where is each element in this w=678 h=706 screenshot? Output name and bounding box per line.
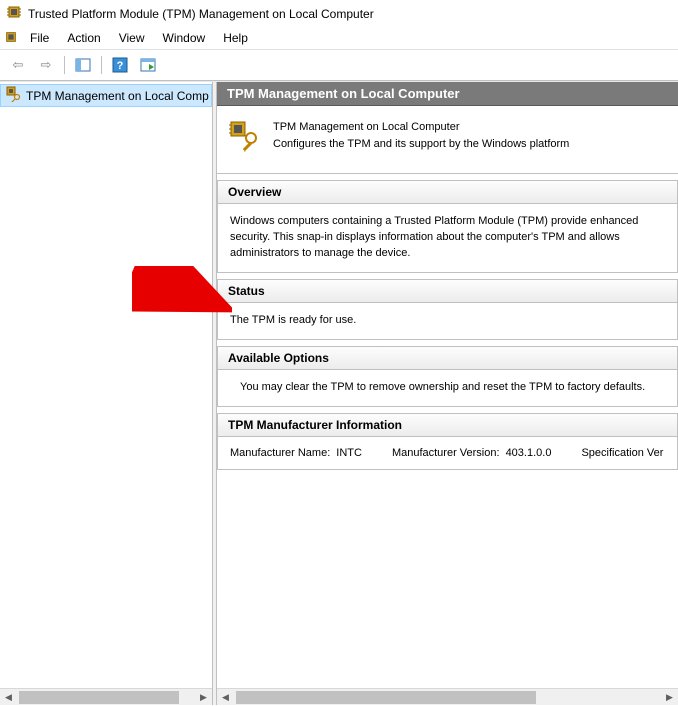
forward-button[interactable]: ⇨ xyxy=(34,54,58,76)
content-header: TPM Management on Local Computer xyxy=(217,82,678,106)
tpm-chip-small-icon xyxy=(4,30,18,47)
mfr-version-label: Manufacturer Version: xyxy=(392,447,500,459)
mfr-name-label: Manufacturer Name: xyxy=(230,447,330,459)
menu-view[interactable]: View xyxy=(111,29,153,47)
main-area: TPM Management on Local Comp ◀ ▶ TPM Man… xyxy=(0,81,678,705)
back-button[interactable]: ⇦ xyxy=(6,54,30,76)
forward-arrow-icon: ⇨ xyxy=(41,57,52,73)
section-options-header: Available Options xyxy=(218,347,677,370)
section-manufacturer: TPM Manufacturer Information Manufacture… xyxy=(217,413,678,470)
toolbar: ⇦ ⇨ ? xyxy=(0,49,678,81)
section-overview: Overview Windows computers containing a … xyxy=(217,180,678,273)
scroll-left-icon[interactable]: ◀ xyxy=(0,689,17,706)
intro-row: TPM Management on Local Computer Configu… xyxy=(217,106,678,174)
help-icon: ? xyxy=(112,57,128,73)
tpm-key-large-icon xyxy=(229,120,261,155)
export-button[interactable] xyxy=(136,54,160,76)
intro-title: TPM Management on Local Computer xyxy=(273,120,569,135)
section-status: Status The TPM is ready for use. xyxy=(217,279,678,340)
tpm-key-icon xyxy=(6,86,22,105)
window-title-bar: Trusted Platform Module (TPM) Management… xyxy=(0,0,678,27)
scroll-thumb[interactable] xyxy=(236,691,536,704)
tpm-chip-icon xyxy=(6,4,22,23)
help-button[interactable]: ? xyxy=(108,54,132,76)
section-options-body: You may clear the TPM to remove ownershi… xyxy=(218,370,677,406)
scroll-track[interactable] xyxy=(17,689,195,705)
menu-help[interactable]: Help xyxy=(215,29,256,47)
mfr-version-value: 403.1.0.0 xyxy=(506,447,552,459)
tree-pane: TPM Management on Local Comp ◀ ▶ xyxy=(0,82,212,705)
scroll-right-icon[interactable]: ▶ xyxy=(195,689,212,706)
mfr-name-value: INTC xyxy=(336,447,362,459)
section-overview-body: Windows computers containing a Trusted P… xyxy=(218,204,677,272)
window-title-text: Trusted Platform Module (TPM) Management… xyxy=(28,7,374,21)
menu-action[interactable]: Action xyxy=(59,29,108,47)
content-pane: TPM Management on Local Computer xyxy=(217,82,678,705)
svg-text:?: ? xyxy=(117,60,124,72)
export-list-icon xyxy=(140,58,156,72)
toolbar-separator xyxy=(64,56,65,74)
scroll-thumb[interactable] xyxy=(19,691,179,704)
intro-description: Configures the TPM and its support by th… xyxy=(273,137,569,152)
menu-file[interactable]: File xyxy=(22,29,57,47)
section-overview-header: Overview xyxy=(218,181,677,204)
tree-item-tpm-root[interactable]: TPM Management on Local Comp xyxy=(0,84,212,107)
show-hide-tree-button[interactable] xyxy=(71,54,95,76)
scroll-right-icon[interactable]: ▶ xyxy=(661,689,678,706)
back-arrow-icon: ⇦ xyxy=(13,57,24,73)
content-h-scrollbar[interactable]: ◀ ▶ xyxy=(217,688,678,705)
toolbar-separator xyxy=(101,56,102,74)
menu-window[interactable]: Window xyxy=(155,29,214,47)
menu-bar: File Action View Window Help xyxy=(0,27,678,49)
section-manufacturer-header: TPM Manufacturer Information xyxy=(218,414,677,437)
section-status-body: The TPM is ready for use. xyxy=(218,303,677,339)
scroll-left-icon[interactable]: ◀ xyxy=(217,689,234,706)
tree-item-label: TPM Management on Local Comp xyxy=(26,89,209,103)
section-status-header: Status xyxy=(218,280,677,303)
mfr-spec-label: Specification Ver xyxy=(581,447,663,459)
tree-pane-icon xyxy=(75,58,91,72)
tree-h-scrollbar[interactable]: ◀ ▶ xyxy=(0,688,212,705)
scroll-track[interactable] xyxy=(234,689,661,705)
section-options: Available Options You may clear the TPM … xyxy=(217,346,678,407)
